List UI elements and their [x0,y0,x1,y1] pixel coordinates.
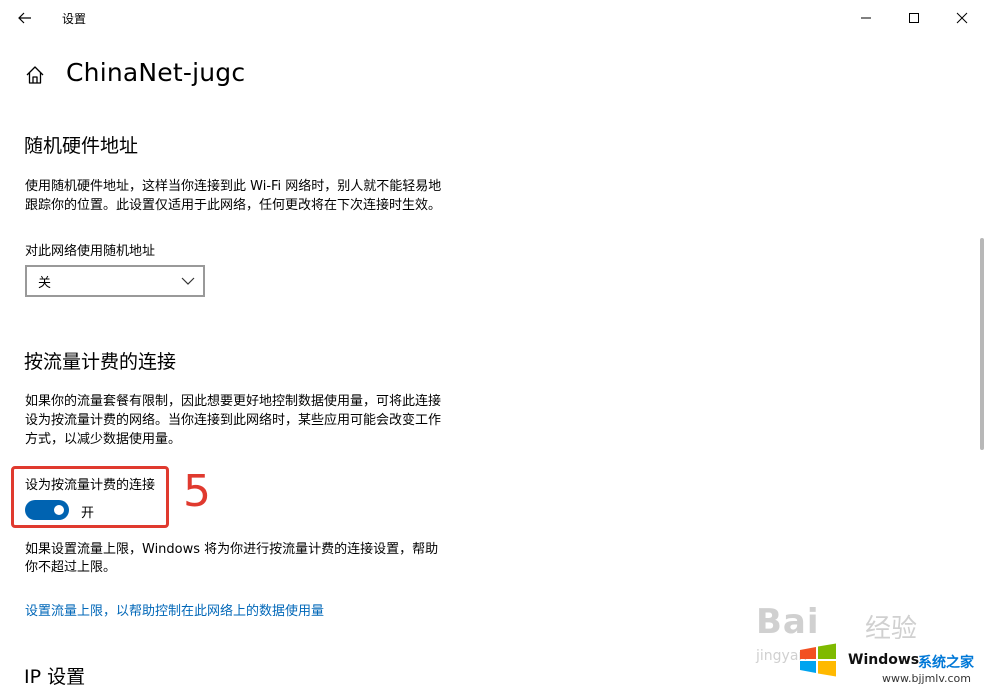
metered-desc-line2: 设为按流量计费的网络。当你连接到此网络时，某些应用可能会改变工作 [25,413,442,428]
annotation-step-number: 5 [183,466,211,517]
title-bar: 设置 [0,0,985,36]
app-title: 设置 [62,12,87,26]
toggle-knob [54,505,64,515]
limit-desc-line2: 你不超过上限。 [25,560,117,575]
back-arrow-icon [18,12,31,24]
maximize-icon [909,13,919,23]
metered-title: 按流量计费的连接 [24,351,177,373]
metered-toggle-label: 设为按流量计费的连接 [25,478,156,493]
set-data-limit-link[interactable]: 设置流量上限，以帮助控制在此网络上的数据使用量 [25,600,324,619]
minimize-icon [861,17,871,19]
random-hw-desc-line2: 跟踪你的位置。此设置仅适用于此网络，任何更改将在下次连接时生效。 [25,198,442,213]
random-address-dropdown[interactable]: 关 [25,265,205,297]
limit-desc-line1: 如果设置流量上限，Windows 将为你进行按流量计费的连接设置，帮助 [25,542,439,557]
dropdown-value: 关 [38,275,52,291]
watermark-baidu: Bai [756,602,820,642]
watermark-url: www.bjjmlv.com [882,672,971,685]
metered-toggle[interactable] [25,500,69,520]
watermark: Bai 经验 jingyan Windows 系统之家 www.bjjmlv.c… [750,580,985,692]
random-hw-title: 随机硬件地址 [24,135,139,157]
page-title: ChinaNet-jugc [66,58,246,87]
close-button[interactable] [939,0,985,36]
ip-settings-title: IP 设置 [24,666,86,688]
metered-desc-line3: 方式，以减少数据使用量。 [25,432,182,447]
watermark-jingyan: 经验 [865,614,918,644]
random-hw-desc-line1: 使用随机硬件地址，这样当你连接到此 Wi-Fi 网络时，别人就不能轻易地 [25,179,442,194]
toggle-state-text: 开 [81,506,95,521]
home-icon[interactable] [24,64,46,86]
watermark-brand-cn: 系统之家 [918,655,974,671]
random-address-label: 对此网络使用随机地址 [25,244,156,259]
watermark-brand: Windows [848,652,920,668]
scrollbar-thumb[interactable] [980,238,984,450]
chevron-down-icon [181,277,195,285]
close-icon [956,12,968,24]
metered-desc-line1: 如果你的流量套餐有限制，因此想要更好地控制数据使用量，可将此连接 [25,394,442,409]
windows-logo-icon [800,643,836,677]
maximize-button[interactable] [891,0,937,36]
back-button[interactable] [8,4,42,32]
minimize-button[interactable] [843,0,889,36]
